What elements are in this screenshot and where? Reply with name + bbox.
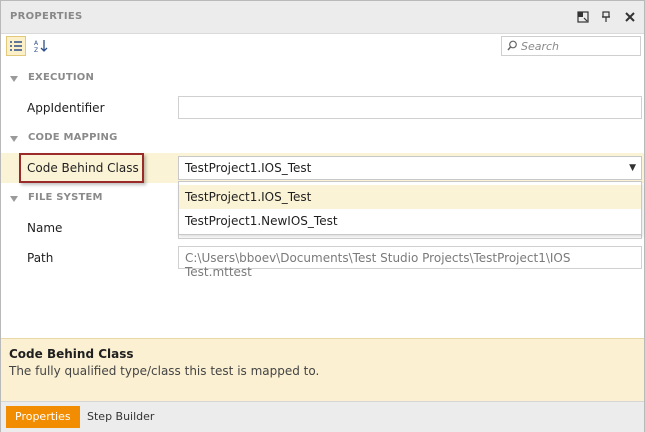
appidentifier-field[interactable] [178, 96, 642, 119]
property-label: Name [27, 221, 63, 235]
float-icon[interactable] [575, 9, 591, 25]
description-panel: Code Behind Class The fully qualified ty… [1, 338, 644, 402]
property-label: Path [27, 251, 54, 265]
panel-titlebar: PROPERTIES [1, 1, 644, 34]
category-label: EXECUTION [28, 72, 95, 83]
svg-text:A: A [34, 40, 39, 47]
sort-alphabetical-icon[interactable]: AZ [32, 36, 52, 56]
dropdown-arrow-icon[interactable]: ▼ [629, 163, 636, 173]
dropdown-option[interactable]: TestProject1.IOS_Test [179, 185, 641, 209]
category-execution[interactable]: EXECUTION [1, 67, 644, 89]
path-field[interactable]: C:\Users\bboev\Documents\Test Studio Pro… [178, 246, 642, 279]
description-heading: Code Behind Class [9, 347, 134, 361]
description-text: The fully qualified type/class this test… [9, 364, 320, 378]
search-input[interactable]: Search [501, 36, 641, 56]
dropdown-list: TestProject1.IOS_Test TestProject1.NewIO… [178, 181, 642, 235]
collapse-chevron-icon[interactable] [10, 132, 18, 146]
property-row-appidentifier: AppIdentifier [1, 93, 644, 123]
tab-properties[interactable]: Properties [6, 406, 80, 428]
category-code-mapping[interactable]: CODE MAPPING [1, 127, 644, 149]
callout-highlight-box [19, 153, 144, 183]
collapse-chevron-icon[interactable] [10, 192, 18, 206]
search-placeholder: Search [521, 40, 560, 53]
panel-title: PROPERTIES [10, 11, 83, 22]
categorized-view-icon[interactable] [6, 36, 26, 56]
bottom-tab-bar: Properties Step Builder [1, 401, 644, 432]
category-label: CODE MAPPING [28, 132, 118, 143]
tab-step-builder[interactable]: Step Builder [78, 406, 163, 428]
property-row-path: Path C:\Users\bboev\Documents\Test Studi… [1, 243, 644, 279]
search-icon [507, 40, 518, 54]
collapse-chevron-icon[interactable] [10, 72, 18, 86]
properties-panel: PROPERTIES AZ Search EXECUTION AppIdenti [0, 0, 645, 432]
dropdown-option[interactable]: TestProject1.NewIOS_Test [179, 209, 641, 233]
dropdown-selected-value: TestProject1.IOS_Test [185, 161, 312, 175]
svg-text:Z: Z [34, 47, 38, 53]
code-behind-class-dropdown[interactable]: TestProject1.IOS_Test ▼ [178, 156, 642, 180]
pin-icon[interactable] [598, 9, 614, 25]
property-label: AppIdentifier [27, 101, 105, 115]
close-icon[interactable] [622, 9, 638, 25]
category-label: FILE SYSTEM [28, 192, 103, 203]
